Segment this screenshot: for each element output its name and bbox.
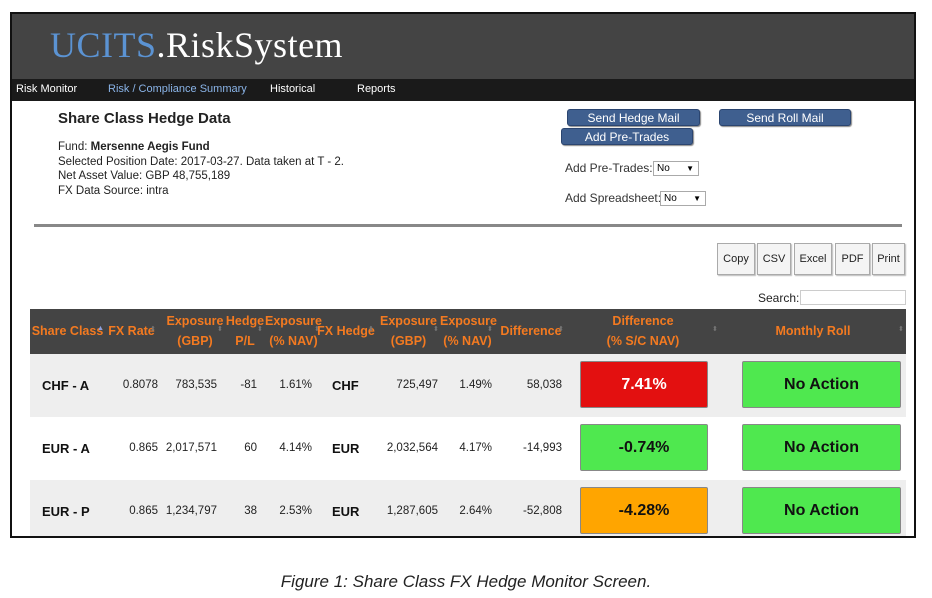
difference-status-badge: -0.74% bbox=[580, 424, 708, 471]
cell-exposure-nav: 2.53% bbox=[279, 505, 312, 517]
column-header[interactable]: Difference bbox=[496, 321, 566, 341]
sort-icon[interactable]: ⬍ bbox=[433, 325, 439, 333]
sort-icon[interactable]: ⬍ bbox=[368, 325, 374, 333]
cell-hedge-exposure-gbp: 2,032,564 bbox=[386, 442, 438, 454]
cell-fx-hedge: EUR bbox=[332, 441, 360, 456]
column-header[interactable]: Exposure (GBP) bbox=[376, 311, 441, 351]
logo: UCITS.RiskSystem bbox=[50, 25, 344, 65]
spreadsheet-select[interactable]: No ▼ bbox=[660, 191, 706, 206]
send-roll-mail-button[interactable]: Send Roll Mail bbox=[719, 109, 851, 126]
figure-caption: Figure 1: Share Class FX Hedge Monitor S… bbox=[280, 572, 652, 591]
cell-fx-rate: 0.8078 bbox=[122, 379, 158, 391]
divider bbox=[34, 224, 902, 227]
column-header[interactable]: Exposure (GBP) bbox=[165, 311, 225, 351]
sort-icon[interactable]: ⬍ bbox=[712, 325, 718, 333]
sort-asc-icon[interactable]: ▲ bbox=[97, 325, 104, 332]
export-csv-button[interactable]: CSV bbox=[757, 243, 791, 275]
cell-fx-rate: 0.865 bbox=[129, 505, 158, 517]
sort-icon[interactable]: ⬍ bbox=[217, 325, 223, 333]
cell-fx-hedge: EUR bbox=[332, 504, 360, 519]
nav-item[interactable]: Reports bbox=[357, 83, 396, 95]
position-date: Selected Position Date: 2017-03-27. Data… bbox=[58, 155, 344, 168]
sort-icon[interactable]: ⬍ bbox=[257, 325, 263, 333]
page-title: Share Class Hedge Data bbox=[58, 110, 231, 127]
search-label: Search: bbox=[758, 291, 800, 305]
monthly-roll-button[interactable]: No Action bbox=[742, 361, 901, 408]
cell-hedge-exposure-nav: 1.49% bbox=[459, 379, 492, 391]
net-asset-value: Net Asset Value: GBP 48,755,189 bbox=[58, 170, 231, 182]
column-header[interactable]: Monthly Roll bbox=[720, 321, 906, 341]
cell-hedge-exposure-nav: 4.17% bbox=[459, 442, 492, 454]
sort-icon[interactable]: ⬍ bbox=[558, 325, 564, 333]
nav-item[interactable]: Risk / Compliance Summary bbox=[108, 83, 247, 95]
cell-difference: 58,038 bbox=[526, 379, 562, 391]
search-input[interactable] bbox=[800, 290, 906, 305]
cell-fx-hedge: CHF bbox=[332, 378, 359, 393]
monthly-roll-button[interactable]: No Action bbox=[742, 424, 901, 471]
nav-bar: Risk Monitor Risk / Compliance Summary His… bbox=[12, 79, 914, 101]
cell-hedge-exposure-gbp: 1,287,605 bbox=[386, 505, 438, 517]
export-copy-button[interactable]: Copy bbox=[717, 243, 755, 275]
spreadsheet-label: Add Spreadsheet: bbox=[565, 191, 662, 205]
column-header[interactable]: Difference (% S/C NAV) bbox=[566, 311, 720, 351]
fund-info: Fund: Mersenne Aegis Fund Selected Posit… bbox=[58, 141, 344, 197]
cell-share-class: EUR - A bbox=[42, 441, 90, 456]
cell-exposure-gbp: 1,234,797 bbox=[165, 505, 217, 517]
cell-difference: -14,993 bbox=[522, 442, 562, 454]
dropdown-caret-icon: ▼ bbox=[693, 194, 701, 203]
cell-share-class: CHF - A bbox=[42, 378, 90, 393]
add-pre-trades-button[interactable]: Add Pre-Trades bbox=[561, 128, 693, 145]
cell-difference: -52,808 bbox=[522, 505, 562, 517]
send-hedge-mail-button[interactable]: Send Hedge Mail bbox=[567, 109, 700, 126]
fx-data-source: FX Data Source: intra bbox=[58, 184, 169, 197]
nav-item[interactable]: Risk Monitor bbox=[16, 83, 77, 95]
table-row: EUR - P 0.865 1,234,797 38 2.53% EUR 1,287,605… bbox=[30, 480, 906, 536]
nav-item[interactable]: Historical bbox=[270, 83, 315, 95]
column-header[interactable]: Share Class bbox=[30, 321, 105, 341]
app-window: UCITS.RiskSystem Risk Monitor Risk / Comp… bbox=[10, 12, 916, 538]
cell-share-class: EUR - P bbox=[42, 504, 90, 519]
cell-hedge-pl: -81 bbox=[240, 379, 257, 391]
difference-status-badge: 7.41% bbox=[580, 361, 708, 408]
sort-icon[interactable]: ⬍ bbox=[898, 325, 904, 333]
sort-icon[interactable]: ⬍ bbox=[150, 325, 156, 333]
table-row: CHF - A 0.8078 783,535 -81 1.61% CHF 725,497 1.… bbox=[30, 354, 906, 417]
pre-trades-label: Add Pre-Trades: bbox=[565, 161, 653, 175]
table-row: EUR - A 0.865 2,017,571 60 4.14% EUR 2,032,564… bbox=[30, 417, 906, 480]
export-excel-button[interactable]: Excel bbox=[794, 243, 832, 275]
monthly-roll-button[interactable]: No Action bbox=[742, 487, 901, 534]
cell-fx-rate: 0.865 bbox=[129, 442, 158, 454]
pre-trades-select[interactable]: No ▼ bbox=[653, 161, 699, 176]
export-print-button[interactable]: Print bbox=[872, 243, 905, 275]
table-header: Share Class ▲ FX Rate ⬍ Exposure (GBP) ⬍ Hedge P… bbox=[30, 309, 906, 354]
cell-hedge-pl: 38 bbox=[244, 505, 257, 517]
cell-hedge-exposure-nav: 2.64% bbox=[459, 505, 492, 517]
cell-exposure-nav: 4.14% bbox=[279, 442, 312, 454]
cell-exposure-nav: 1.61% bbox=[279, 379, 312, 391]
cell-hedge-exposure-gbp: 725,497 bbox=[396, 379, 438, 391]
fund-name: Mersenne Aegis Fund bbox=[90, 141, 210, 153]
difference-status-badge: -4.28% bbox=[580, 487, 708, 534]
cell-exposure-gbp: 783,535 bbox=[175, 379, 217, 391]
cell-hedge-pl: 60 bbox=[244, 442, 257, 454]
sort-icon[interactable]: ⬍ bbox=[487, 325, 493, 333]
dropdown-caret-icon: ▼ bbox=[686, 164, 694, 173]
export-pdf-button[interactable]: PDF bbox=[835, 243, 870, 275]
cell-exposure-gbp: 2,017,571 bbox=[165, 442, 217, 454]
column-header[interactable]: FX Hedge bbox=[316, 321, 376, 341]
app-header: UCITS.RiskSystem bbox=[12, 14, 914, 79]
